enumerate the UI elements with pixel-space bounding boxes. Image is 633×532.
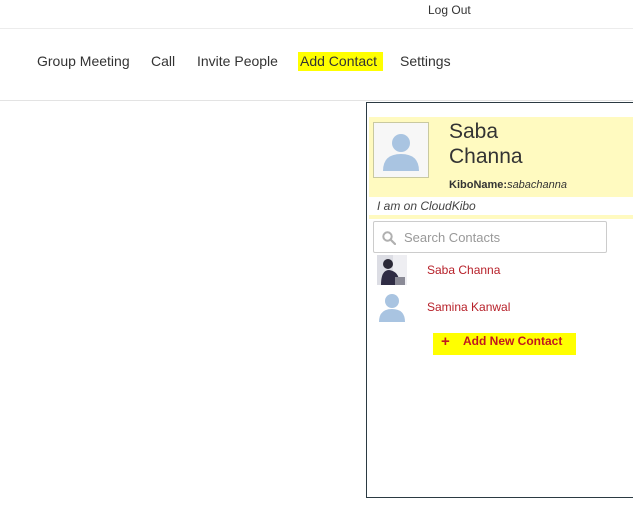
- contacts-panel: Saba Channa KiboName:sabachanna I am on …: [366, 102, 633, 498]
- contact-item[interactable]: Samina Kanwal: [375, 292, 633, 324]
- search-input[interactable]: [402, 226, 602, 248]
- profile-first-name: Saba: [449, 120, 499, 143]
- user-silhouette-icon: [379, 294, 405, 322]
- kiboname-label: KiboName:: [449, 179, 508, 191]
- profile-header: Saba Channa KiboName:sabachanna: [369, 117, 633, 197]
- search-icon: [382, 231, 396, 245]
- add-new-contact-label: Add New Contact: [463, 334, 563, 348]
- nav-add-contact[interactable]: Add Contact: [298, 52, 384, 71]
- profile-last-name: Channa: [449, 145, 523, 168]
- contact-photo: [377, 255, 407, 285]
- kiboname-value: sabachanna: [507, 179, 568, 191]
- status-row: I am on CloudKibo: [369, 197, 633, 219]
- kiboname: KiboName:sabachanna: [449, 179, 567, 191]
- plus-icon: +: [441, 333, 450, 350]
- top-bar: Log Out: [0, 0, 633, 29]
- status-message: I am on CloudKibo: [377, 199, 476, 213]
- add-new-contact-button[interactable]: + Add New Contact: [433, 333, 577, 355]
- contact-name: Samina Kanwal: [427, 300, 511, 314]
- nav-invite-people[interactable]: Invite People: [197, 52, 278, 70]
- nav-settings[interactable]: Settings: [400, 52, 451, 70]
- profile-name: Saba Channa: [449, 119, 569, 169]
- main-nav: Group Meeting Call Invite People Add Con…: [0, 29, 633, 101]
- contact-item[interactable]: Saba Channa: [375, 255, 633, 287]
- profile-avatar: [373, 122, 429, 178]
- nav-group-meeting[interactable]: Group Meeting: [37, 52, 130, 70]
- user-silhouette-icon: [383, 134, 419, 171]
- logout-link[interactable]: Log Out: [428, 3, 471, 17]
- contact-name: Saba Channa: [427, 263, 501, 277]
- nav-call[interactable]: Call: [151, 52, 175, 70]
- search-box[interactable]: [373, 221, 607, 253]
